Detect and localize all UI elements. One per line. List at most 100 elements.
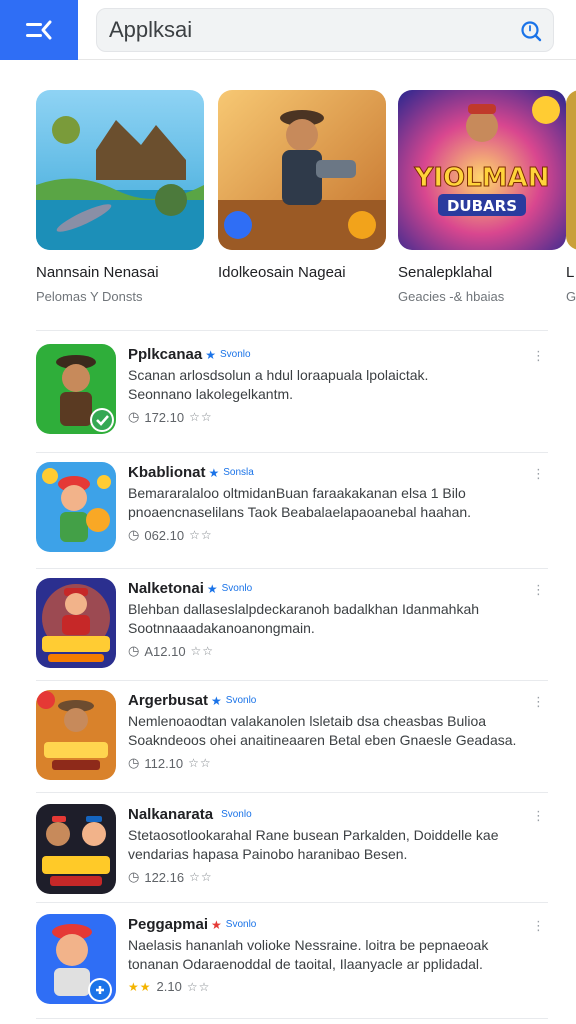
item-description: Nemlenoaodtan valakanolen lsletaib dsa c…: [128, 713, 487, 729]
item-rating: 062.10: [144, 527, 185, 543]
item-tag: Sonsla: [223, 467, 254, 478]
divider: [36, 792, 548, 793]
divider: [36, 680, 548, 681]
more-options-icon[interactable]: ⋮: [532, 808, 545, 824]
item-tag: Svonlo: [225, 695, 257, 706]
menu-button[interactable]: [0, 0, 78, 60]
featured-subtitle: Pelomas Y Donsts: [36, 289, 143, 304]
app-icon[interactable]: [36, 804, 116, 894]
item-body: Nalketonai ★ Svonlo Blehban dallaseslalp…: [128, 580, 528, 659]
featured-thumbnail[interactable]: [218, 90, 386, 250]
item-rating: 172.10: [144, 409, 185, 425]
item-tag: Svonlo: [225, 919, 257, 930]
item-body: Kbablionat ★ Sonsla Bemararalaloo oltmid…: [128, 464, 528, 543]
item-meta: ◷ 122.16 ☆☆: [128, 869, 528, 885]
verified-star-icon: ★: [208, 465, 220, 480]
divider: [36, 568, 548, 569]
more-options-icon[interactable]: ⋮: [532, 582, 545, 598]
featured-thumbnail[interactable]: [36, 90, 204, 250]
featured-card[interactable]: YIOLMAN DUBARS Senalepklahal Geacies -& …: [398, 90, 566, 304]
featured-art-text: DUBARS: [447, 197, 517, 215]
item-description: Naelasis hananlah volioke Nessraine. loi…: [128, 937, 489, 953]
top-bar: [0, 0, 576, 60]
item-name: Nalkanarata: [128, 806, 214, 823]
divider: [36, 330, 548, 331]
featured-thumbnail[interactable]: YIOLMAN DUBARS: [398, 90, 566, 250]
divider: [36, 902, 548, 903]
list-item[interactable]: Nalketonai ★ Svonlo Blehban dallaseslalp…: [36, 578, 548, 690]
featured-carousel[interactable]: Nannsain Nenasai Pelomas Y Donsts Idolke…: [0, 78, 576, 318]
app-icon[interactable]: [36, 578, 116, 668]
list-item[interactable]: Argerbusat ★ Svonlo Nemlenoaodtan valaka…: [36, 690, 548, 802]
item-description: Blehban dallaseslalpdeckaranoh badalkhan…: [128, 601, 480, 617]
item-body: Pplkcanaa ★ Svonlo Scanan arlosdsolun a …: [128, 346, 528, 425]
star-rating-icon: ☆☆: [189, 410, 213, 424]
more-options-icon[interactable]: ⋮: [532, 694, 545, 710]
item-name: Pplkcanaa: [128, 346, 203, 363]
featured-title: L: [566, 264, 575, 281]
item-description: Sootnnaaadakanoanongmain.: [128, 620, 315, 636]
app-icon[interactable]: [36, 690, 116, 780]
item-meta: ◷ A12.10 ☆☆: [128, 643, 528, 659]
featured-thumbnail[interactable]: [566, 90, 576, 250]
featured-title: Senalepklahal: [398, 264, 493, 281]
app-icon[interactable]: [36, 344, 116, 434]
item-description: pnoaencnaselilans Taok Beabalaelapaoaneb…: [128, 504, 472, 520]
item-rating: 122.16: [144, 869, 185, 885]
item-rating: 112.10: [144, 755, 184, 771]
item-meta: ◷ 172.10 ☆☆: [128, 409, 528, 425]
item-meta: ◷ 112.10 ☆☆: [128, 755, 528, 771]
item-rating: A12.10: [144, 643, 186, 659]
more-options-icon[interactable]: ⋮: [532, 348, 545, 364]
menu-icon: [26, 20, 52, 40]
featured-card[interactable]: Idolkeosain Nageai: [218, 90, 386, 289]
divider: [36, 1018, 548, 1019]
search-icon[interactable]: [519, 19, 543, 43]
star-badge-icon: ★: [211, 917, 222, 932]
app-icon[interactable]: [36, 462, 116, 552]
star-rating-icon: ☆☆: [190, 644, 215, 658]
clock-icon: ◷: [128, 643, 140, 658]
featured-card[interactable]: L G: [566, 90, 576, 304]
featured-art-text: YIOLMAN: [414, 163, 550, 193]
item-name: Kbablionat: [128, 464, 206, 481]
divider: [36, 452, 548, 453]
list-item[interactable]: Pplkcanaa ★ Svonlo Scanan arlosdsolun a …: [36, 344, 548, 456]
item-meta: ★★ 2.10 ☆☆: [128, 979, 528, 994]
clock-icon: ◷: [128, 755, 140, 770]
featured-subtitle: G: [566, 289, 576, 304]
item-tag: Svonlo: [219, 349, 251, 360]
item-description: Stetaosotlookarahal Rane busean Parkalde…: [128, 827, 499, 843]
item-body: Nalkanarata Svonlo Stetaosotlookarahal R…: [128, 806, 528, 885]
featured-subtitle: Geacies -& hbaias: [398, 289, 505, 304]
search-input[interactable]: [109, 17, 509, 43]
star-rating-icon: ☆☆: [189, 870, 213, 884]
featured-title: Nannsain Nenasai: [36, 264, 159, 281]
search-bar[interactable]: [96, 8, 554, 52]
item-description: Bemararalaloo oltmidanBuan faraakakanan …: [128, 485, 466, 501]
more-options-icon[interactable]: ⋮: [532, 466, 545, 482]
clock-icon: ◷: [128, 409, 140, 424]
list-item[interactable]: Nalkanarata Svonlo Stetaosotlookarahal R…: [36, 804, 548, 916]
list-item[interactable]: Peggapmai ★ Svonlo Naelasis hananlah vol…: [36, 914, 548, 1024]
item-tag: Svonlo: [221, 583, 253, 594]
item-name: Argerbusat: [128, 692, 209, 709]
item-description: vendarias hapasa Painobo haranibao Besen…: [128, 846, 408, 862]
app-icon[interactable]: [36, 914, 116, 1004]
more-options-icon[interactable]: ⋮: [532, 918, 545, 934]
star-rating-icon: ☆☆: [186, 979, 211, 994]
item-name: Nalketonai: [128, 580, 204, 597]
item-body: Peggapmai ★ Svonlo Naelasis hananlah vol…: [128, 916, 528, 994]
list-item[interactable]: Kbablionat ★ Sonsla Bemararalaloo oltmid…: [36, 462, 548, 574]
item-meta: ◷ 062.10 ☆☆: [128, 527, 528, 543]
featured-title: Idolkeosain Nageai: [218, 264, 346, 281]
item-tag: Svonlo: [221, 809, 252, 820]
featured-card[interactable]: Nannsain Nenasai Pelomas Y Donsts: [36, 90, 204, 304]
clock-icon: ◷: [128, 527, 140, 542]
star-rating-icon: ★★: [128, 979, 152, 994]
verified-star-icon: ★: [206, 581, 218, 596]
item-description: Seonnano lakolegelkantm.: [128, 386, 294, 402]
verified-star-icon: ★: [211, 693, 222, 708]
item-body: Argerbusat ★ Svonlo Nemlenoaodtan valaka…: [128, 692, 528, 771]
verified-star-icon: ★: [205, 347, 216, 362]
